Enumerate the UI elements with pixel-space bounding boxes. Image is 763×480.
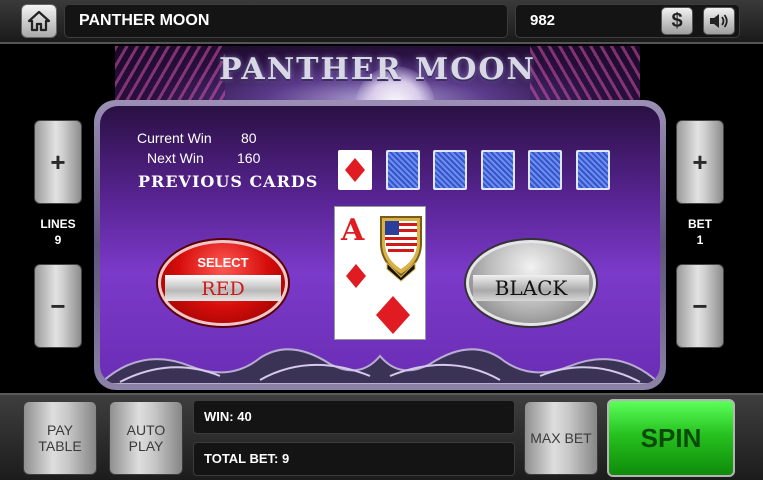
lines-value: 9 [54, 233, 62, 247]
cashier-button[interactable]: $ [661, 7, 693, 35]
card-rank: A [341, 213, 365, 248]
auto-play-button[interactable]: AUTO PLAY [109, 401, 183, 475]
banner-title: PANTHER MOON [219, 52, 536, 87]
current-card: A [334, 206, 426, 340]
lines-display: LINES 9 [34, 212, 82, 252]
bet-display: BET 1 [676, 212, 724, 252]
credit-display: 982 $ [515, 4, 740, 38]
credit-value: 982 [530, 12, 556, 29]
previous-card-6 [576, 150, 610, 190]
auto-play-label: AUTO PLAY [126, 422, 166, 454]
win-display: WIN: 40 [193, 400, 515, 434]
lines-minus-button[interactable]: − [34, 264, 82, 348]
pay-table-button[interactable]: PAY TABLE [23, 401, 97, 475]
game-banner: PANTHER MOON [115, 46, 640, 106]
previous-card-2 [386, 150, 420, 190]
next-win-value: 160 [237, 150, 261, 166]
bet-minus-button[interactable]: − [676, 264, 724, 348]
gamble-panel: Current Win 80 Next Win 160 PREVIOUS CAR… [94, 100, 666, 390]
select-red-button[interactable]: SELECT RED [158, 240, 288, 326]
game-title: PANTHER MOON [64, 4, 508, 38]
select-black-button[interactable]: BLACK [466, 240, 596, 326]
select-label: SELECT [197, 255, 249, 270]
previous-cards-title: PREVIOUS CARDS [138, 172, 319, 191]
bottom-bar: PAY TABLE AUTO PLAY WIN: 40 TOTAL BET: 9… [0, 393, 763, 480]
diamond-icon [376, 296, 410, 334]
minus-icon: − [692, 290, 708, 321]
previous-card-4 [481, 150, 515, 190]
tribal-ornament [100, 348, 660, 384]
speaker-icon [710, 14, 728, 28]
bet-plus-button[interactable]: + [676, 120, 724, 204]
minus-icon: − [50, 290, 66, 321]
dollar-icon: $ [671, 9, 683, 32]
home-button[interactable] [21, 4, 57, 38]
sound-button[interactable] [703, 7, 735, 35]
top-bar: PANTHER MOON 982 $ [0, 0, 763, 44]
current-win-label: Current Win [137, 130, 212, 146]
spin-button[interactable]: SPIN [607, 399, 735, 477]
max-bet-button[interactable]: MAX BET [524, 401, 598, 475]
gamble-panel-inner: Current Win 80 Next Win 160 PREVIOUS CAR… [100, 106, 660, 384]
red-label: RED [201, 278, 245, 300]
usa-shield-icon [380, 216, 422, 282]
black-label: BLACK [494, 276, 568, 300]
bet-value: 1 [696, 233, 704, 247]
plus-icon: + [50, 146, 66, 177]
plus-icon: + [692, 146, 708, 177]
max-bet-label: MAX BET [530, 430, 592, 446]
previous-card-3 [433, 150, 467, 190]
lines-label: LINES [40, 217, 76, 231]
previous-card-1 [338, 150, 372, 190]
next-win-label: Next Win [147, 150, 204, 166]
diamond-icon [345, 158, 365, 182]
pay-table-label: PAY TABLE [38, 422, 82, 454]
home-icon [27, 10, 51, 32]
spin-label: SPIN [640, 422, 702, 453]
lines-plus-button[interactable]: + [34, 120, 82, 204]
bet-label: BET [688, 217, 712, 231]
total-bet-display: TOTAL BET: 9 [193, 442, 515, 476]
current-win-value: 80 [241, 130, 257, 146]
diamond-icon [346, 264, 366, 288]
previous-card-5 [528, 150, 562, 190]
